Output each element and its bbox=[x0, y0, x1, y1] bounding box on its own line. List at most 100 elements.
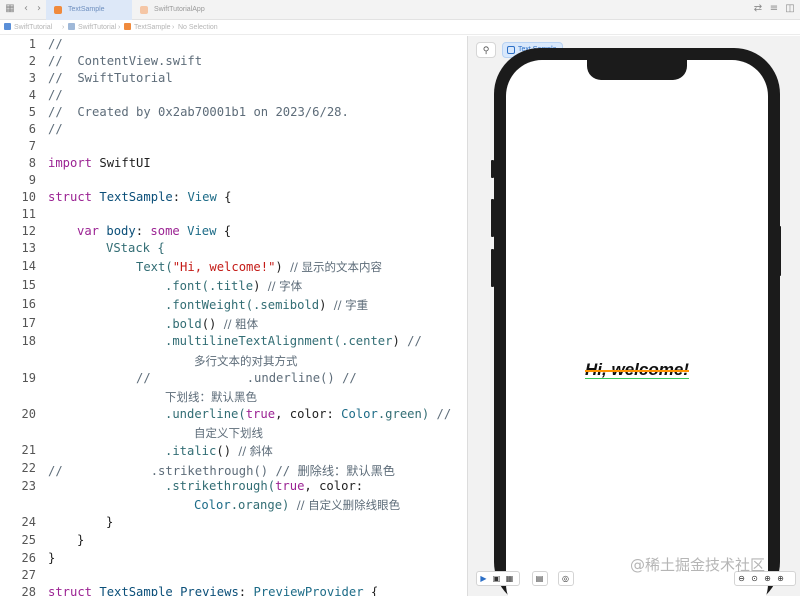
line-number: 14 bbox=[21, 259, 36, 273]
line-number: 17 bbox=[21, 316, 36, 330]
code-line-10: struct TextSample: View { bbox=[48, 190, 232, 204]
project-icon bbox=[4, 23, 11, 30]
code-line-22: // .strikethrough() // 删除线：默认黑色 bbox=[48, 464, 395, 478]
code-line-18-wrap: 多行文本的对其方式 bbox=[194, 354, 298, 368]
orange-strikethrough bbox=[585, 370, 689, 372]
code-line-16: .fontWeight(.semibold) // 字重 bbox=[165, 298, 369, 312]
code-line-23: .strikethrough(true, color: bbox=[165, 479, 364, 493]
breadcrumb-file[interactable]: TextSample bbox=[124, 20, 171, 35]
line-number: 26 bbox=[21, 551, 36, 565]
preview-icon bbox=[507, 46, 515, 54]
device-picker-control: ◎ bbox=[558, 571, 574, 586]
preview-canvas: ⚲ Text Sample Hi, welcome! ▶▣▦ ▤ ◎ ⊖⊙⊕⊕ bbox=[467, 36, 800, 596]
tab-bar: ▦ ‹ › TextSample SwiftTutorialApp ⇄ ≡ ◫ bbox=[0, 0, 800, 20]
tab-label: SwiftTutorialApp bbox=[154, 6, 205, 13]
code-line-4: // bbox=[48, 88, 63, 102]
code-line-23-wrap: Color.orange) // 自定义删除线眼色 bbox=[194, 498, 401, 512]
line-number: 12 bbox=[21, 224, 36, 238]
line-number: 20 bbox=[21, 407, 36, 421]
device-notch bbox=[587, 60, 687, 80]
line-number: 23 bbox=[21, 479, 36, 493]
line-number: 13 bbox=[21, 241, 36, 255]
code-line-8: import SwiftUI bbox=[48, 156, 151, 170]
back-icon[interactable]: ‹ bbox=[20, 3, 32, 15]
code-line-19-wrap: 下划线：默认黑色 bbox=[165, 390, 257, 404]
line-number: 15 bbox=[21, 278, 36, 292]
refresh-icon[interactable]: ⇄ bbox=[752, 3, 764, 15]
line-number: 11 bbox=[21, 207, 36, 221]
device-screen: Hi, welcome! bbox=[506, 60, 768, 596]
tab-label: TextSample bbox=[68, 6, 105, 13]
device-settings-control: ▤ bbox=[532, 571, 548, 586]
line-number: 18 bbox=[21, 334, 36, 348]
device-frame: Hi, welcome! bbox=[494, 48, 780, 596]
live-preview-icon[interactable]: ▶ bbox=[477, 572, 490, 585]
line-number: 16 bbox=[21, 297, 36, 311]
code-line-2: // ContentView.swift bbox=[48, 54, 203, 68]
breadcrumb: SwiftTutorial › SwiftTutorial › TextSamp… bbox=[0, 20, 800, 35]
chevron-right-icon: › bbox=[62, 24, 65, 31]
device-settings-icon[interactable]: ▤ bbox=[533, 572, 546, 585]
code-line-25: } bbox=[77, 533, 85, 547]
code-line-18: .multilineTextAlignment(.center) // bbox=[165, 334, 422, 348]
tab-textsample[interactable]: TextSample bbox=[46, 0, 132, 20]
line-number: 7 bbox=[28, 139, 36, 153]
line-number: 10 bbox=[21, 190, 36, 204]
swift-file-icon bbox=[54, 6, 62, 14]
line-number: 22 bbox=[21, 461, 36, 475]
split-editor-icon[interactable]: ◫ bbox=[784, 3, 796, 15]
line-number: 5 bbox=[28, 105, 36, 119]
code-line-15: .font(.title) // 字体 bbox=[165, 279, 303, 293]
code-line-20-wrap: 自定义下划线 bbox=[194, 426, 263, 440]
chevron-right-icon: › bbox=[172, 24, 175, 31]
device-picker-icon[interactable]: ◎ bbox=[559, 572, 572, 585]
code-line-26: } bbox=[48, 551, 56, 565]
code-line-21: .italic() // 斜体 bbox=[165, 444, 273, 458]
line-number: 24 bbox=[21, 515, 36, 529]
code-editor[interactable]: 1 2 3 4 5 6 7 8 9 10 11 12 13 14 15 16 17 18 19 20 21 22 23 24 2… bbox=[0, 36, 467, 596]
pin-preview-button[interactable]: ⚲ bbox=[476, 42, 496, 58]
code-line-3: // SwiftTutorial bbox=[48, 71, 173, 85]
grid-icon[interactable]: ▦ bbox=[4, 3, 16, 15]
forward-icon[interactable]: › bbox=[33, 3, 45, 15]
breadcrumb-project[interactable]: SwiftTutorial bbox=[4, 20, 52, 35]
line-number: 9 bbox=[28, 173, 36, 187]
swift-file-icon bbox=[124, 23, 131, 30]
preview-text: Hi, welcome! bbox=[506, 360, 768, 380]
line-number: 6 bbox=[28, 122, 36, 136]
line-number: 27 bbox=[21, 568, 36, 582]
swift-file-icon bbox=[140, 6, 148, 14]
line-number: 4 bbox=[28, 88, 36, 102]
code-line-5: // Created by 0x2ab70001b1 on 2023/6/28. bbox=[48, 105, 349, 119]
code-line-17: .bold() // 粗体 bbox=[165, 317, 259, 331]
code-line-28: struct TextSample_Previews: PreviewProvi… bbox=[48, 585, 379, 596]
breadcrumb-selection[interactable]: No Selection bbox=[178, 20, 218, 35]
line-number: 28 bbox=[21, 585, 36, 596]
breadcrumb-folder[interactable]: SwiftTutorial bbox=[68, 20, 116, 35]
code-line-6: // bbox=[48, 122, 63, 136]
line-number: 21 bbox=[21, 443, 36, 457]
zoom-in-icon[interactable]: ⊕ bbox=[774, 572, 787, 585]
selectable-mode-icon[interactable]: ▣ bbox=[490, 572, 503, 585]
code-line-14: Text("Hi, welcome!") // 显示的文本内容 bbox=[136, 260, 383, 274]
code-line-19: //.underline() // bbox=[136, 371, 357, 385]
code-line-13: VStack { bbox=[106, 241, 165, 255]
code-line-1: // bbox=[48, 37, 63, 51]
tab-swifttutorialapp[interactable]: SwiftTutorialApp bbox=[132, 0, 232, 20]
code-line-24: } bbox=[106, 515, 114, 529]
watermark: @稀土掘金技术社区 bbox=[630, 556, 766, 574]
code-line-12: var body: some View { bbox=[77, 224, 232, 238]
preview-mode-controls: ▶ ▣ ▦ bbox=[476, 571, 520, 586]
chevron-right-icon: › bbox=[118, 24, 121, 31]
line-number: 1 bbox=[28, 37, 36, 51]
pin-icon: ⚲ bbox=[482, 45, 490, 55]
code-line-20: .underline(true, color: Color.green) // bbox=[165, 407, 452, 421]
line-number: 2 bbox=[28, 54, 36, 68]
folder-icon bbox=[68, 23, 75, 30]
variants-icon[interactable]: ▦ bbox=[503, 572, 516, 585]
line-number: 3 bbox=[28, 71, 36, 85]
line-number: 19 bbox=[21, 371, 36, 385]
line-number: 25 bbox=[21, 533, 36, 547]
editor-options-icon[interactable]: ≡ bbox=[768, 3, 780, 15]
green-underline bbox=[585, 377, 689, 379]
